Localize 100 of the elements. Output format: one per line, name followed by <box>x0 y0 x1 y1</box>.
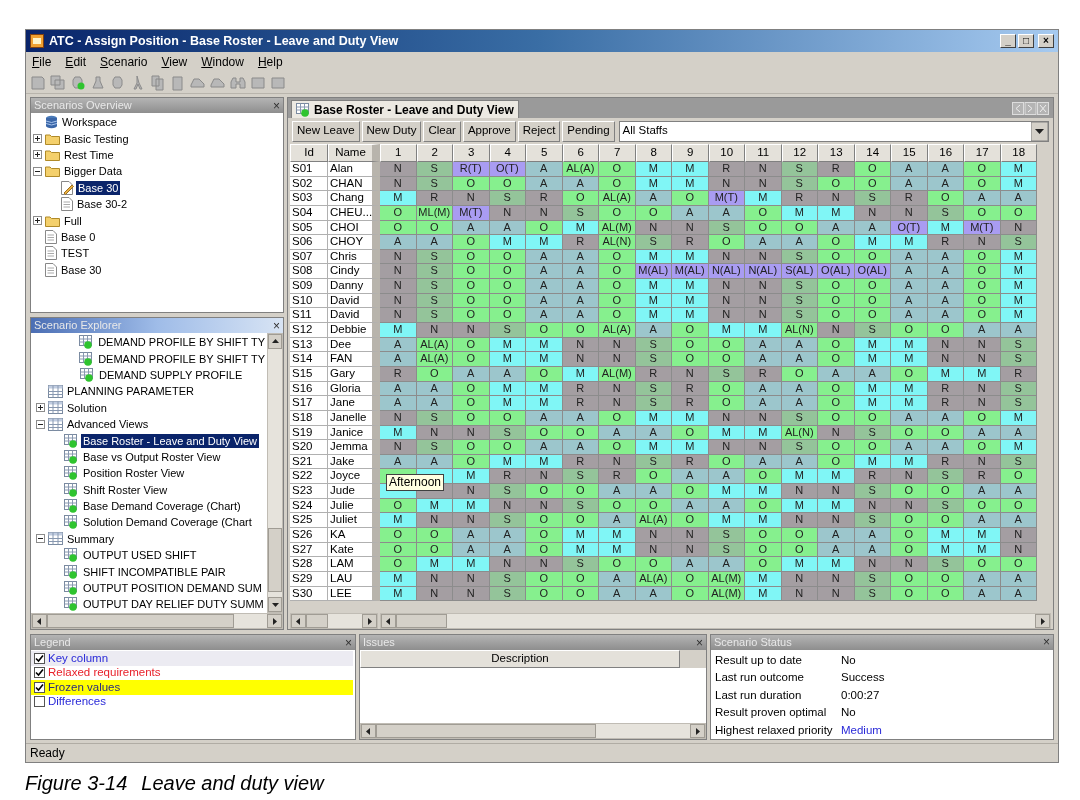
close-button[interactable]: × <box>273 99 280 112</box>
expand-icon[interactable] <box>33 150 42 160</box>
arrow-up-icon[interactable] <box>271 338 279 345</box>
tree-item[interactable]: OUTPUT POSITION DEMAND SUM <box>81 581 264 596</box>
tree-item[interactable]: Position Roster View <box>81 466 187 481</box>
toolbar-button[interactable]: Clear <box>423 120 461 142</box>
scroll-button[interactable] <box>361 724 376 738</box>
toolbar-button[interactable]: Reject <box>517 120 561 142</box>
tree-item[interactable]: Base vs Output Roster View <box>81 449 223 464</box>
close-button[interactable]: × <box>345 636 352 649</box>
column-header[interactable]: 9 <box>672 144 709 162</box>
collapse-icon[interactable] <box>36 534 45 544</box>
tree-item[interactable]: Basic Testing <box>62 131 131 146</box>
tree-item[interactable]: Summary <box>65 531 117 546</box>
scroll-button[interactable] <box>1035 614 1050 628</box>
scrollbar-thumb[interactable] <box>376 724 596 738</box>
column-header[interactable]: Description <box>360 650 680 668</box>
menu-item[interactable]: View <box>161 53 188 71</box>
column-header[interactable]: 2 <box>416 144 453 162</box>
column-header[interactable]: 1 <box>380 144 417 162</box>
arrow-right-icon[interactable] <box>694 727 701 735</box>
tree-item[interactable]: Base Roster - Leave and Duty View <box>81 433 260 448</box>
scrollbar-thumb[interactable] <box>268 527 282 592</box>
status-link[interactable]: Medium <box>841 721 882 739</box>
tree-item[interactable]: Base 30-2 <box>75 197 130 212</box>
checkbox[interactable] <box>34 696 45 708</box>
checkbox[interactable] <box>34 681 45 693</box>
column-header[interactable]: 18 <box>1000 144 1037 162</box>
tree-item[interactable]: Bigger Data <box>62 164 125 179</box>
scrollbar[interactable] <box>31 613 283 629</box>
close-button[interactable]: × <box>696 636 703 649</box>
column-header[interactable]: 17 <box>964 144 1001 162</box>
tree-item[interactable]: Full <box>62 213 84 228</box>
scrollbar-thumb[interactable] <box>306 614 329 628</box>
tree-item[interactable]: Base 30 <box>76 180 121 195</box>
scroll-button[interactable] <box>268 334 282 349</box>
arrow-right-icon[interactable] <box>366 617 373 625</box>
menu-item[interactable]: File <box>32 53 52 71</box>
arrow-left-icon[interactable] <box>365 727 372 735</box>
column-header[interactable]: 8 <box>635 144 672 162</box>
scrollbar[interactable] <box>360 723 706 739</box>
column-header[interactable]: 5 <box>526 144 563 162</box>
scrollbar[interactable] <box>267 333 283 613</box>
tree-item[interactable]: Rest Time <box>62 147 116 162</box>
scroll-button[interactable] <box>291 614 306 628</box>
scroll-button[interactable] <box>268 597 282 612</box>
column-header[interactable]: 4 <box>489 144 526 162</box>
checkbox[interactable] <box>34 652 45 664</box>
window-button[interactable]: _ <box>1000 34 1016 48</box>
collapse-icon[interactable] <box>36 419 45 429</box>
column-header[interactable]: 14 <box>854 144 891 162</box>
arrow-left-icon[interactable] <box>36 617 43 625</box>
tree-item[interactable]: Base 30 <box>59 262 104 277</box>
column-header[interactable]: 12 <box>781 144 818 162</box>
toolbar-button[interactable]: Approve <box>462 120 516 142</box>
scroll-button[interactable] <box>362 614 377 628</box>
dropdown-arrow-icon[interactable] <box>1031 121 1048 141</box>
menu-item[interactable]: Window <box>201 53 244 71</box>
collapse-icon[interactable] <box>33 166 42 176</box>
expand-icon[interactable] <box>33 134 42 144</box>
arrow-left-icon[interactable] <box>295 617 302 625</box>
tree-item[interactable]: Base Demand Coverage (Chart) <box>81 499 243 514</box>
scroll-button[interactable] <box>381 614 396 628</box>
tree-item[interactable]: DEMAND PROFILE BY SHIFT TY <box>96 351 267 366</box>
toolbar-button[interactable]: New Duty <box>361 120 422 142</box>
column-header[interactable]: 10 <box>708 144 745 162</box>
tree-item[interactable]: OUTPUT USED SHIFT <box>81 548 199 563</box>
tree-item[interactable]: Advanced Views <box>65 417 151 432</box>
tree-item[interactable]: Solution Demand Coverage (Chart <box>81 515 254 530</box>
toolbar-button[interactable]: New Leave <box>292 120 360 142</box>
menu-item[interactable]: Scenario <box>100 53 148 71</box>
tree-item[interactable]: PLANNING PARAMETER <box>65 384 196 399</box>
tree-item[interactable]: DEMAND PROFILE BY SHIFT TY <box>96 335 267 350</box>
scrollbar-thumb[interactable] <box>47 614 234 628</box>
tree-item[interactable]: Shift Roster View <box>81 482 170 497</box>
window-button[interactable]: × <box>1038 34 1054 48</box>
column-header[interactable]: 15 <box>891 144 928 162</box>
tree-item[interactable]: Solution <box>65 400 109 415</box>
tab[interactable]: Base Roster - Leave and Duty View <box>291 100 519 118</box>
column-header[interactable]: 11 <box>745 144 782 162</box>
close-button[interactable]: × <box>1043 636 1050 649</box>
scroll-button[interactable] <box>690 724 705 738</box>
toolbar-button[interactable]: Pending <box>562 120 615 142</box>
window-button[interactable]: □ <box>1018 34 1034 48</box>
arrow-right-icon[interactable] <box>1039 617 1046 625</box>
scrollbar-thumb[interactable] <box>396 614 448 628</box>
column-header[interactable]: 3 <box>453 144 490 162</box>
column-header[interactable]: 6 <box>562 144 599 162</box>
expand-icon[interactable] <box>36 403 45 413</box>
tree-item[interactable]: TEST <box>59 246 92 261</box>
tree-item[interactable]: Base 0 <box>59 229 98 244</box>
column-header[interactable]: Id <box>290 144 328 162</box>
arrow-down-icon[interactable] <box>271 601 279 608</box>
arrow-left-icon[interactable] <box>385 617 392 625</box>
filter-dropdown[interactable]: All Staffs <box>618 120 1049 142</box>
scrollbar[interactable] <box>380 613 1051 629</box>
expand-icon[interactable] <box>33 216 42 226</box>
close-button[interactable]: × <box>273 319 280 332</box>
column-header[interactable]: Name <box>328 144 380 162</box>
tree-item[interactable]: Workspace <box>60 115 119 130</box>
